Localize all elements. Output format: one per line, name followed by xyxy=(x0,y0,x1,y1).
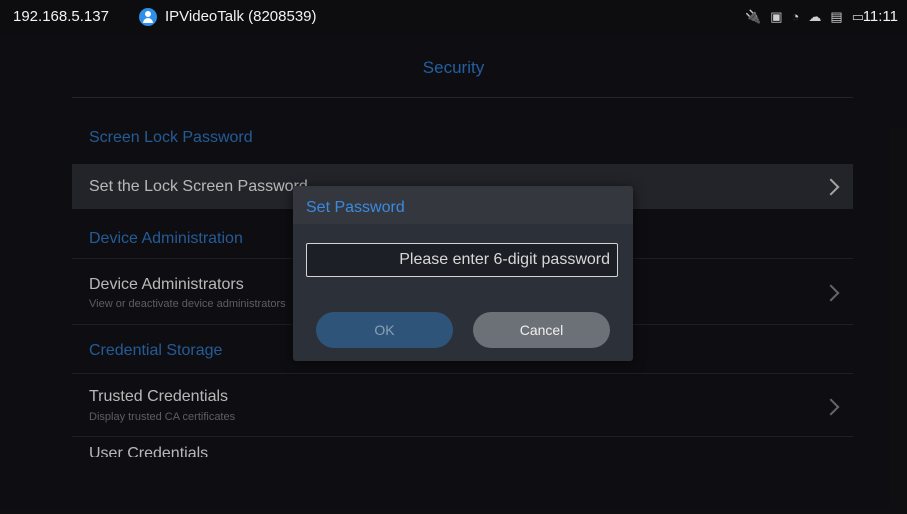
ok-button[interactable]: OK xyxy=(316,312,453,348)
status-icons: 🔌 ▣ ◔ ☁ ▤ ▭ xyxy=(745,8,864,26)
status-time: 11:11 xyxy=(862,8,898,25)
status-account-title: IPVideoTalk (8208539) xyxy=(165,8,317,25)
dialog-title: Set Password xyxy=(306,199,405,216)
cloud-icon: ☁ xyxy=(808,9,822,24)
settings-screen: 192.168.5.137 IPVideoTalk (8208539) 🔌 ▣ … xyxy=(0,0,907,514)
password-input[interactable] xyxy=(306,243,618,277)
usb-icon: 🔌 xyxy=(745,9,762,24)
cancel-button[interactable]: Cancel xyxy=(473,312,610,348)
status-ip-address: 192.168.5.137 xyxy=(13,8,109,25)
account-icon xyxy=(139,8,157,26)
wifi-icon: ◔ xyxy=(791,9,800,24)
dialog-titlebar: Set Password xyxy=(293,186,633,224)
status-bar: 192.168.5.137 IPVideoTalk (8208539) 🔌 ▣ … xyxy=(0,0,907,36)
sim-icon: ▤ xyxy=(830,9,843,24)
set-password-dialog: Set Password OK Cancel xyxy=(293,186,633,361)
image-icon: ▣ xyxy=(770,9,783,24)
